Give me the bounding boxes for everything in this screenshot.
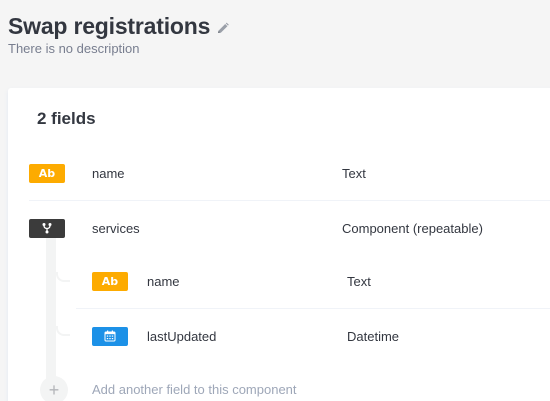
field-type: Datetime xyxy=(347,328,400,344)
field-type: Text xyxy=(342,166,366,181)
field-name: name xyxy=(147,274,180,289)
add-field-to-component[interactable]: + Add another field to this component xyxy=(40,376,297,401)
plus-icon[interactable]: + xyxy=(40,376,68,401)
field-row-name[interactable]: Ab name Text xyxy=(29,147,550,201)
page-title: Swap registrations xyxy=(8,13,211,39)
tree-connector xyxy=(46,238,56,390)
text-type-badge: Ab xyxy=(29,164,65,183)
fields-card: 2 fields Ab name Text services Component… xyxy=(8,88,550,401)
page-description: There is no description xyxy=(8,41,140,56)
field-type: Text xyxy=(347,274,371,289)
fields-count: 2 fields xyxy=(37,109,96,128)
text-type-badge: Ab xyxy=(92,272,128,291)
title-row: Swap registrations xyxy=(8,13,230,40)
field-row-services[interactable]: services Component (repeatable) xyxy=(29,201,550,255)
pencil-icon[interactable] xyxy=(216,22,230,36)
component-field-row-name[interactable]: Ab name Text xyxy=(76,255,550,309)
field-name: lastUpdated xyxy=(147,328,217,344)
component-branch-icon xyxy=(29,218,65,238)
field-name: services xyxy=(92,220,140,236)
calendar-icon xyxy=(92,326,128,346)
tree-branch xyxy=(56,272,70,282)
add-field-label[interactable]: Add another field to this component xyxy=(92,382,297,397)
page-header: Swap registrations There is no descripti… xyxy=(8,13,230,56)
field-name: name xyxy=(92,166,125,181)
field-type: Component (repeatable) xyxy=(342,220,483,236)
component-field-row-lastupdated[interactable]: lastUpdated Datetime xyxy=(76,309,550,363)
tree-branch xyxy=(56,326,70,336)
